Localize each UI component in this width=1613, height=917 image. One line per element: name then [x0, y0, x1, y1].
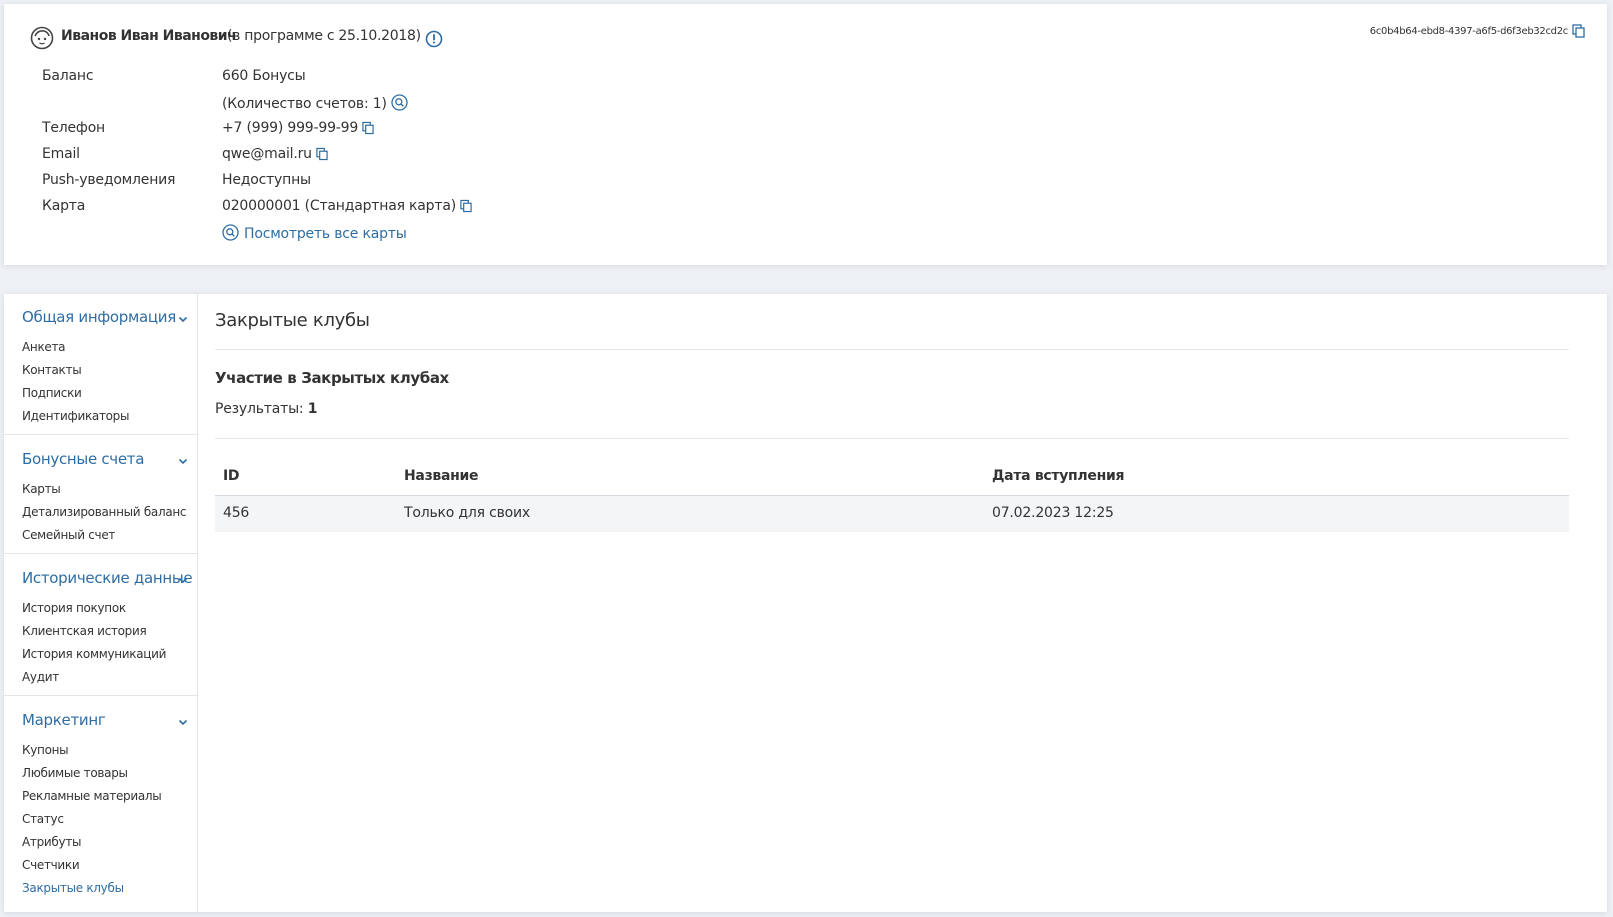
column-header-name[interactable]: Название — [404, 468, 478, 484]
title-divider — [215, 349, 1569, 350]
chevron-down-icon[interactable] — [178, 577, 188, 584]
sidebar-item-client-history[interactable]: Клиентская история — [22, 624, 147, 638]
sidebar-item-cards[interactable]: Карты — [22, 482, 61, 496]
sidebar-divider — [4, 553, 197, 554]
program-since: (в программе с 25.10.2018) — [227, 28, 421, 44]
email-label: Email — [42, 146, 80, 162]
sidebar-item-favorite-products[interactable]: Любимые товары — [22, 766, 128, 780]
copy-email-icon[interactable] — [316, 147, 328, 161]
sidebar-item-audit[interactable]: Аудит — [22, 670, 59, 684]
accounts-count-row: (Количество счетов: 1) — [222, 94, 408, 112]
sidebar-item-closed-clubs[interactable]: Закрытые клубы — [22, 881, 124, 895]
phone-label: Телефон — [42, 120, 106, 136]
sidebar-section-bonus[interactable]: Бонусные счета — [22, 450, 144, 468]
sidebar-divider — [4, 695, 197, 696]
results-summary: Результаты: 1 — [215, 401, 317, 417]
accounts-count: (Количество счетов: 1) — [222, 96, 387, 112]
email-value: qwe@mail.ru — [222, 146, 312, 162]
search-cards-icon — [222, 224, 239, 241]
cell-name: Только для своих — [404, 505, 530, 521]
sidebar-item-ad-materials[interactable]: Рекламные материалы — [22, 789, 162, 803]
search-accounts-icon[interactable] — [391, 94, 408, 111]
sidebar-item-counters[interactable]: Счетчики — [22, 858, 80, 872]
sidebar-section-history[interactable]: Исторические данные — [22, 569, 193, 587]
section-heading: Участие в Закрытых клубах — [215, 369, 449, 387]
chevron-down-icon[interactable] — [178, 458, 188, 465]
cell-join-date: 07.02.2023 12:25 — [992, 505, 1114, 521]
customer-uuid: 6c0b4b64-ebd8-4397-a6f5-d6f3eb32cd2c — [1369, 26, 1569, 37]
main-panel: Общая информация Анкета Контакты Подписк… — [4, 294, 1607, 912]
sidebar-item-status[interactable]: Статус — [22, 812, 64, 826]
sidebar-item-identifiers[interactable]: Идентификаторы — [22, 409, 129, 423]
push-label: Push-уведомления — [42, 172, 176, 188]
cell-id: 456 — [223, 505, 250, 521]
customer-name: Иванов Иван Иванович — [61, 28, 237, 44]
results-count: 1 — [307, 401, 318, 417]
sidebar-item-anketa[interactable]: Анкета — [22, 340, 66, 354]
chevron-down-icon[interactable] — [178, 316, 188, 323]
user-avatar-icon — [30, 26, 54, 50]
chevron-down-icon[interactable] — [178, 719, 188, 726]
sidebar-divider — [4, 434, 197, 435]
column-header-join-date[interactable]: Дата вступления — [992, 468, 1124, 484]
view-all-cards-label: Посмотреть все карты — [244, 226, 407, 242]
email-row: qwe@mail.ru — [222, 146, 328, 162]
balance-label: Баланс — [42, 68, 94, 84]
sidebar-nav: Общая информация Анкета Контакты Подписк… — [4, 294, 198, 912]
copy-phone-icon[interactable] — [362, 121, 374, 135]
sidebar-item-purchase-history[interactable]: История покупок — [22, 601, 126, 615]
phone-row: +7 (999) 999-99-99 — [222, 120, 374, 136]
sidebar-item-subscriptions[interactable]: Подписки — [22, 386, 82, 400]
sidebar-item-coupons[interactable]: Купоны — [22, 743, 69, 757]
results-label: Результаты: — [215, 401, 304, 417]
push-value: Недоступны — [222, 172, 311, 188]
copy-card-icon[interactable] — [460, 199, 472, 213]
customer-profile-card: Иванов Иван Иванович (в программе с 25.1… — [4, 4, 1607, 265]
card-value: 020000001 (Стандартная карта) — [222, 198, 456, 214]
phone-value: +7 (999) 999-99-99 — [222, 120, 359, 136]
info-icon[interactable] — [425, 30, 443, 48]
sidebar-item-communication-history[interactable]: История коммуникаций — [22, 647, 166, 661]
sidebar-item-attributes[interactable]: Атрибуты — [22, 835, 81, 849]
sidebar-item-detailed-balance[interactable]: Детализированный баланс — [22, 505, 187, 519]
sidebar-item-contacts[interactable]: Контакты — [22, 363, 82, 377]
view-all-cards-link[interactable]: Посмотреть все карты — [222, 224, 407, 242]
sidebar-item-family-account[interactable]: Семейный счет — [22, 528, 115, 542]
results-divider — [215, 438, 1569, 439]
column-header-id[interactable]: ID — [223, 468, 240, 484]
card-row: 020000001 (Стандартная карта) — [222, 198, 472, 214]
sidebar-section-general[interactable]: Общая информация — [22, 308, 176, 326]
balance-value: 660 Бонусы — [222, 68, 306, 84]
page-title: Закрытые клубы — [215, 310, 370, 331]
card-label: Карта — [42, 198, 86, 214]
sidebar-section-marketing[interactable]: Маркетинг — [22, 711, 106, 729]
copy-uuid-icon[interactable] — [1572, 24, 1585, 38]
